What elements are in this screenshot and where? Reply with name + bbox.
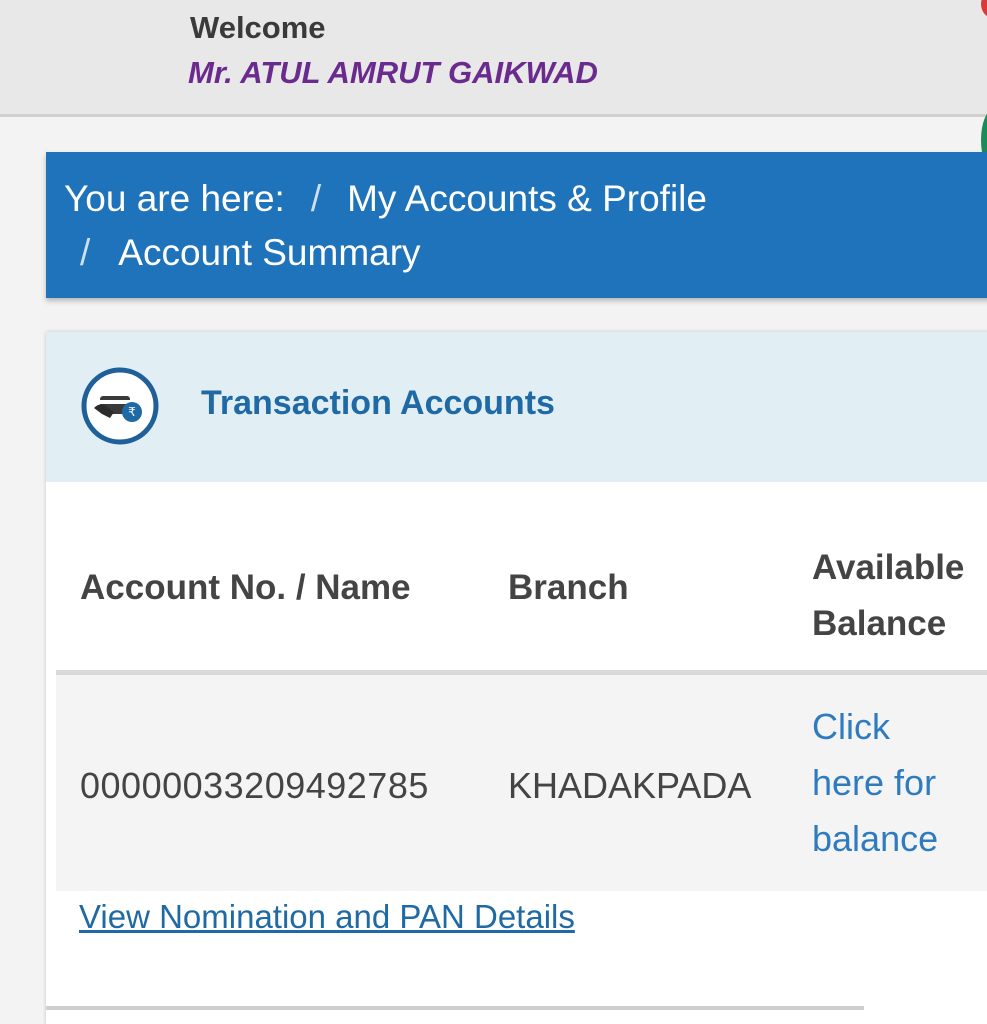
breadcrumb-separator: /: [310, 178, 322, 219]
branch-name: KHADAKPADA: [508, 765, 752, 806]
card-header: ₹ Transaction Accounts: [46, 332, 987, 482]
welcome-header: Welcome Mr. ATUL AMRUT GAIKWAD: [0, 0, 987, 117]
svg-text:₹: ₹: [128, 405, 136, 419]
card-payment-icon: ₹: [80, 366, 160, 446]
user-name: Mr. ATUL AMRUT GAIKWAD: [188, 55, 598, 90]
view-nomination-link[interactable]: View Nomination and PAN Details: [79, 898, 575, 936]
breadcrumb: You are here: / My Accounts & Profile / Acc…: [46, 152, 987, 298]
welcome-text: Welcome: [190, 10, 326, 45]
breadcrumb-item-my-accounts[interactable]: My Accounts & Profile: [347, 178, 707, 219]
column-header-balance-line-1: Available: [812, 548, 965, 587]
check-balance-link-line-2[interactable]: here for: [812, 755, 938, 811]
column-header-balance-line-2: Balance: [812, 604, 947, 643]
column-header-balance: Available Balance: [812, 540, 964, 652]
column-header-branch: Branch: [508, 568, 629, 607]
section-divider: [46, 1006, 864, 1010]
breadcrumb-item-account-summary: Account Summary: [118, 232, 421, 273]
check-balance-link[interactable]: Click here for balance: [812, 699, 938, 867]
breadcrumb-line-2: / Account Summary: [80, 232, 421, 274]
account-number: 00000033209492785: [80, 765, 429, 806]
page: Welcome Mr. ATUL AMRUT GAIKWAD You are h…: [0, 0, 987, 1024]
check-balance-link-line-1[interactable]: Click: [812, 699, 938, 755]
breadcrumb-prefix: You are here:: [64, 178, 285, 219]
column-header-account: Account No. / Name: [80, 568, 411, 607]
breadcrumb-line-1: You are here: / My Accounts & Profile: [64, 178, 707, 220]
table-row: 00000033209492785 KHADAKPADA Click here …: [56, 675, 987, 891]
check-balance-link-line-3[interactable]: balance: [812, 811, 938, 867]
breadcrumb-separator: /: [80, 232, 91, 273]
transaction-accounts-card: ₹ Transaction Accounts Account No. / Nam…: [46, 332, 987, 1024]
card-title: Transaction Accounts: [201, 384, 555, 422]
